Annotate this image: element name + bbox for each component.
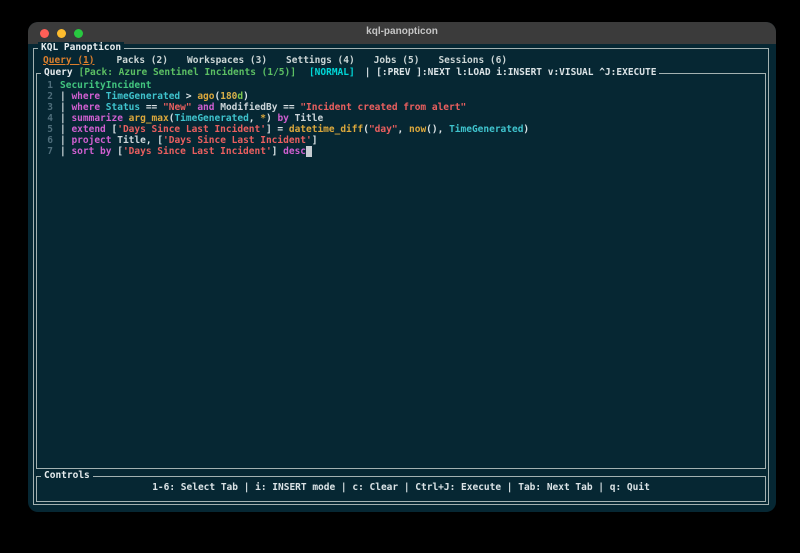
code-token: 'Days Since Last Incident' bbox=[163, 135, 312, 146]
code-token: | bbox=[60, 91, 72, 102]
code-token: where bbox=[71, 91, 106, 102]
code-token: 'Days Since Last Incident' bbox=[122, 146, 272, 157]
code-token: == bbox=[145, 102, 163, 113]
code-line: 5 | extend ['Days Since Last Incident'] =… bbox=[41, 124, 761, 135]
titlebar[interactable]: kql-panopticon bbox=[28, 22, 776, 44]
app-frame: KQL Panopticon Query (1) Packs (2) Workspa… bbox=[33, 42, 769, 505]
frame-title: KQL Panopticon bbox=[38, 42, 125, 54]
code-token: "day" bbox=[368, 124, 398, 135]
pack-label: [Pack: Azure Sentinel Incidents (1/5)] bbox=[78, 67, 296, 78]
line-number: 4 bbox=[47, 113, 53, 124]
tab-settings[interactable]: Settings (4) bbox=[283, 55, 358, 66]
code-token: arg_max bbox=[128, 113, 169, 124]
line-number: 6 bbox=[47, 135, 53, 146]
line-number: 7 bbox=[47, 146, 53, 157]
code-token: by bbox=[277, 113, 295, 124]
tab-jobs[interactable]: Jobs (5) bbox=[371, 55, 423, 66]
code-token: where bbox=[71, 102, 106, 113]
tab-sessions[interactable]: Sessions (6) bbox=[435, 55, 510, 66]
line-number: 5 bbox=[47, 124, 53, 135]
window-title: kql-panopticon bbox=[366, 26, 438, 37]
code-token: 'Days Since Last Incident' bbox=[117, 124, 266, 135]
code-token: , bbox=[248, 113, 261, 124]
code-token: "New" bbox=[163, 102, 198, 113]
query-panel-header: Query [Pack: Azure Sentinel Incidents (1… bbox=[41, 67, 660, 79]
tab-bar: Query (1) Packs (2) Workspaces (3) Settings… bbox=[37, 53, 768, 67]
code-line: 2 | where TimeGenerated > ago(180d) bbox=[41, 91, 761, 102]
code-token: , bbox=[397, 124, 409, 135]
code-token: now bbox=[409, 124, 427, 135]
code-line: 1 SecurityIncident bbox=[41, 80, 761, 91]
code-token: ago bbox=[197, 91, 215, 102]
line-number: 1 bbox=[47, 80, 53, 91]
tab-packs[interactable]: Packs (2) bbox=[113, 55, 170, 66]
code-token: ] bbox=[271, 146, 284, 157]
code-line: 3 | where Status == "New" and ModifiedBy … bbox=[41, 102, 761, 113]
controls-title: Controls bbox=[41, 470, 93, 482]
controls-panel: Controls 1-6: Select Tab | i: INSERT mod… bbox=[36, 470, 766, 502]
text-cursor bbox=[306, 146, 312, 157]
mode-badge: [NORMAL] bbox=[308, 67, 355, 78]
terminal-content: KQL Panopticon Query (1) Packs (2) Workspa… bbox=[28, 42, 776, 512]
code-token: SecurityIncident bbox=[60, 80, 152, 91]
code-token: , [ bbox=[145, 135, 163, 146]
code-token: and bbox=[197, 102, 221, 113]
code-token: | bbox=[60, 135, 72, 146]
keybind-help: | [:PREV ]:NEXT l:LOAD i:INSERT v:VISUAL… bbox=[364, 67, 657, 78]
code-token: Title bbox=[117, 135, 146, 146]
code-token: ModifiedBy bbox=[220, 102, 284, 113]
code-token: ] bbox=[311, 135, 318, 146]
code-token: "Incident created from alert" bbox=[300, 102, 467, 113]
code-token: TimeGenerated bbox=[105, 91, 186, 102]
code-token: == bbox=[283, 102, 301, 113]
code-line: 7 | sort by ['Days Since Last Incident'] … bbox=[41, 146, 761, 157]
code-token: desc bbox=[283, 146, 307, 157]
code-token: > bbox=[185, 91, 198, 102]
code-token: ) bbox=[265, 113, 278, 124]
terminal-window: kql-panopticon KQL Panopticon Query (1) P… bbox=[28, 22, 776, 512]
code-editor[interactable]: 1 SecurityIncident 2 | where TimeGenerated … bbox=[41, 80, 761, 464]
query-panel-title: Query bbox=[44, 67, 73, 78]
code-token: sort by bbox=[71, 146, 118, 157]
query-panel: Query [Pack: Azure Sentinel Incidents (1… bbox=[36, 67, 766, 469]
code-token: ) bbox=[523, 124, 530, 135]
code-token: ) bbox=[243, 91, 249, 102]
tab-workspaces[interactable]: Workspaces (3) bbox=[184, 55, 270, 66]
code-token: Title bbox=[294, 113, 324, 124]
code-token: summarize bbox=[71, 113, 129, 124]
code-token: | bbox=[60, 124, 72, 135]
code-token: datetime_diff bbox=[288, 124, 364, 135]
code-token: ] = bbox=[265, 124, 289, 135]
line-number: 2 bbox=[47, 91, 53, 102]
line-number: 3 bbox=[47, 102, 53, 113]
code-token: | bbox=[60, 102, 72, 113]
code-line: 6 | project Title, ['Days Since Last Inci… bbox=[41, 135, 761, 146]
tab-query[interactable]: Query (1) bbox=[37, 55, 100, 66]
code-token: TimeGenerated bbox=[174, 113, 249, 124]
code-token: project bbox=[71, 135, 118, 146]
code-token: (), bbox=[426, 124, 450, 135]
code-token: | bbox=[60, 146, 72, 157]
code-token: extend bbox=[71, 124, 112, 135]
controls-help: 1-6: Select Tab | i: INSERT mode | c: Cl… bbox=[152, 482, 650, 493]
code-token: Status bbox=[105, 102, 146, 113]
code-token: TimeGenerated bbox=[449, 124, 524, 135]
code-token: 180 bbox=[220, 91, 238, 102]
code-token: | bbox=[60, 113, 72, 124]
code-line: 4 | summarize arg_max(TimeGenerated, *) b… bbox=[41, 113, 761, 124]
